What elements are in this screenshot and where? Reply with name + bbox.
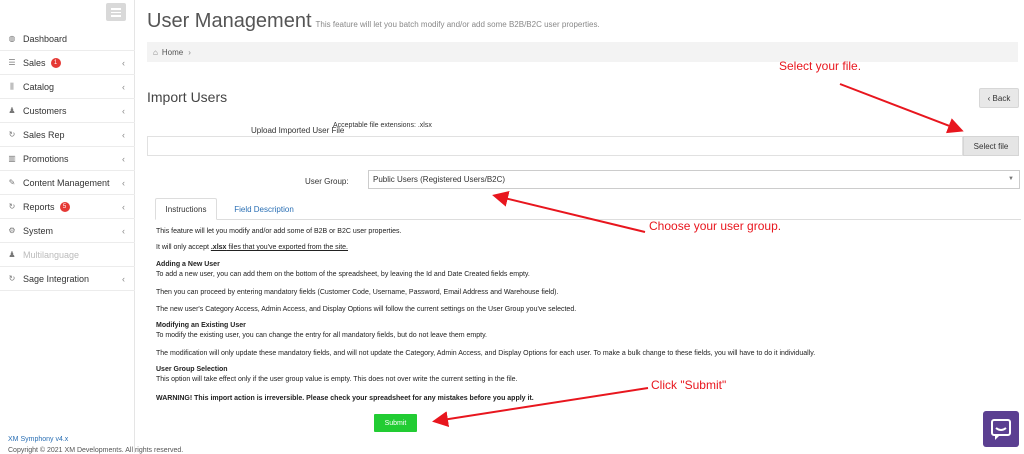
sidebar-nav: ◍ Dashboard ☰ Sales 1 ‹ ⫼ Catalog ‹ ♟ Cu…: [0, 27, 135, 291]
sidebar: ◍ Dashboard ☰ Sales 1 ‹ ⫼ Catalog ‹ ♟ Cu…: [0, 0, 135, 453]
chevron-left-icon: ‹: [122, 57, 125, 68]
section-title: Import Users: [147, 89, 228, 105]
tab-bar: Instructions Field Description: [155, 198, 1021, 220]
annotation-choose-group: Choose your user group.: [649, 219, 782, 233]
system-icon: ⚙: [8, 226, 16, 235]
content-management-icon: ✎: [8, 178, 16, 187]
upload-label: Upload Imported User File: [251, 126, 345, 135]
instruction-text: It will only accept .xlsx files that you…: [156, 244, 348, 251]
select-file-button[interactable]: Select file: [963, 136, 1019, 156]
instruction-text: The modification will only update these …: [156, 350, 816, 357]
xlsx-note: .xlsx files that you've exported from th…: [211, 244, 348, 251]
chevron-left-icon: ‹: [122, 153, 125, 164]
instruction-text: The new user's Category Access, Admin Ac…: [156, 306, 577, 313]
sidebar-item-customers[interactable]: ♟ Customers ‹: [0, 99, 135, 123]
user-group-select[interactable]: Public Users (Registered Users/B2C) ▼: [368, 170, 1020, 189]
sidebar-item-label: Customers: [23, 105, 67, 116]
annotation-click-submit: Click "Submit": [651, 378, 727, 392]
page-title: User Management This feature will let you…: [147, 10, 600, 33]
sidebar-item-label: Catalog: [23, 81, 55, 92]
chevron-left-icon: ‹: [122, 177, 125, 188]
chat-icon: [991, 419, 1011, 440]
sidebar-item-content-management[interactable]: ✎ Content Management ‹: [0, 171, 135, 195]
sidebar-item-multilanguage[interactable]: ♟ Multilanguage: [0, 243, 135, 267]
sidebar-item-label: Sales: [23, 57, 46, 68]
sidebar-item-label: Sage Integration: [23, 273, 90, 284]
multilanguage-icon: ♟: [8, 250, 16, 259]
sales-icon: ☰: [8, 58, 16, 67]
instruction-text: This option will take effect only if the…: [156, 376, 518, 383]
breadcrumb: ⌂ Home ›: [147, 42, 1018, 62]
caret-down-icon: ▼: [1008, 176, 1014, 182]
tab-instructions[interactable]: Instructions: [155, 198, 217, 220]
sidebar-item-label: Promotions: [23, 153, 69, 164]
sidebar-item-system[interactable]: ⚙ System ‹: [0, 219, 135, 243]
file-path-input[interactable]: [147, 136, 963, 156]
sidebar-item-promotions[interactable]: ▥ Promotions ‹: [0, 147, 135, 171]
chevron-left-icon: ‹: [122, 81, 125, 92]
sidebar-item-sage-integration[interactable]: ↻ Sage Integration ‹: [0, 267, 135, 291]
user-group-value: Public Users (Registered Users/B2C): [373, 175, 506, 184]
chevron-left-icon: ‹: [122, 105, 125, 116]
submit-button[interactable]: Submit: [374, 414, 417, 432]
sidebar-item-label: Dashboard: [23, 33, 68, 44]
home-icon: ⌂: [153, 47, 158, 57]
page-subtitle: This feature will let you batch modify a…: [315, 20, 600, 29]
notification-badge: 5: [59, 201, 70, 212]
sidebar-item-label: Multilanguage: [23, 249, 80, 260]
notification-badge: 1: [50, 57, 61, 68]
chat-button[interactable]: [983, 411, 1019, 447]
sidebar-item-sales[interactable]: ☰ Sales 1 ‹: [0, 51, 135, 75]
main-content: User Management This feature will let you…: [147, 0, 1024, 453]
sidebar-item-label: Reports: [23, 201, 55, 212]
user-group-label: User Group:: [305, 177, 349, 186]
breadcrumb-separator: ›: [188, 47, 191, 57]
sidebar-item-label: Sales Rep: [23, 129, 65, 140]
chevron-left-icon: ‹: [122, 225, 125, 236]
sidebar-item-label: Content Management: [23, 177, 110, 188]
promotions-icon: ▥: [8, 154, 16, 163]
chevron-left-icon: ‹: [122, 129, 125, 140]
warning-text: WARNING! This import action is irreversi…: [156, 395, 534, 402]
sidebar-item-catalog[interactable]: ⫼ Catalog ‹: [0, 75, 135, 99]
instruction-text: It will only accept: [156, 244, 211, 251]
annotation-select-file: Select your file.: [779, 59, 862, 73]
version-link[interactable]: XM Symphony v4.x: [8, 436, 68, 443]
page-title-text: User Management: [147, 10, 312, 32]
xlsx-extension: .xlsx: [210, 244, 227, 251]
instruction-text: Then you can proceed by entering mandato…: [156, 289, 559, 296]
sidebar-item-sales-rep[interactable]: ↻ Sales Rep ‹: [0, 123, 135, 147]
chevron-left-icon: ‹: [122, 273, 125, 284]
catalog-icon: ⫼: [10, 81, 14, 91]
breadcrumb-home[interactable]: Home: [162, 48, 183, 57]
instruction-heading: Adding a New User: [156, 261, 220, 268]
extensions-note: Acceptable file extensions: .xlsx: [333, 122, 432, 129]
sidebar-item-label: System: [23, 225, 54, 236]
tab-field-description[interactable]: Field Description: [229, 198, 299, 220]
sidebar-item-dashboard[interactable]: ◍ Dashboard: [0, 27, 135, 51]
chevron-left-icon: ‹: [122, 201, 125, 212]
instruction-text: To modify the existing user, you can cha…: [156, 332, 487, 339]
sage-integration-icon: ↻: [8, 274, 16, 283]
instruction-text: files that you've exported from the site…: [226, 244, 349, 251]
reports-icon: ↻: [8, 202, 16, 211]
instruction-heading: User Group Selection: [156, 366, 228, 373]
instruction-text: To add a new user, you can add them on t…: [156, 271, 530, 278]
sidebar-item-reports[interactable]: ↻ Reports 5 ‹: [0, 195, 135, 219]
back-button[interactable]: ‹ Back: [979, 88, 1019, 108]
instruction-text: This feature will let you modify and/or …: [156, 228, 402, 235]
customers-icon: ♟: [8, 106, 16, 115]
menu-toggle-button[interactable]: [106, 3, 126, 21]
sales-rep-icon: ↻: [8, 130, 16, 139]
dashboard-icon: ◍: [8, 34, 16, 43]
instruction-heading: Modifying an Existing User: [156, 322, 246, 329]
